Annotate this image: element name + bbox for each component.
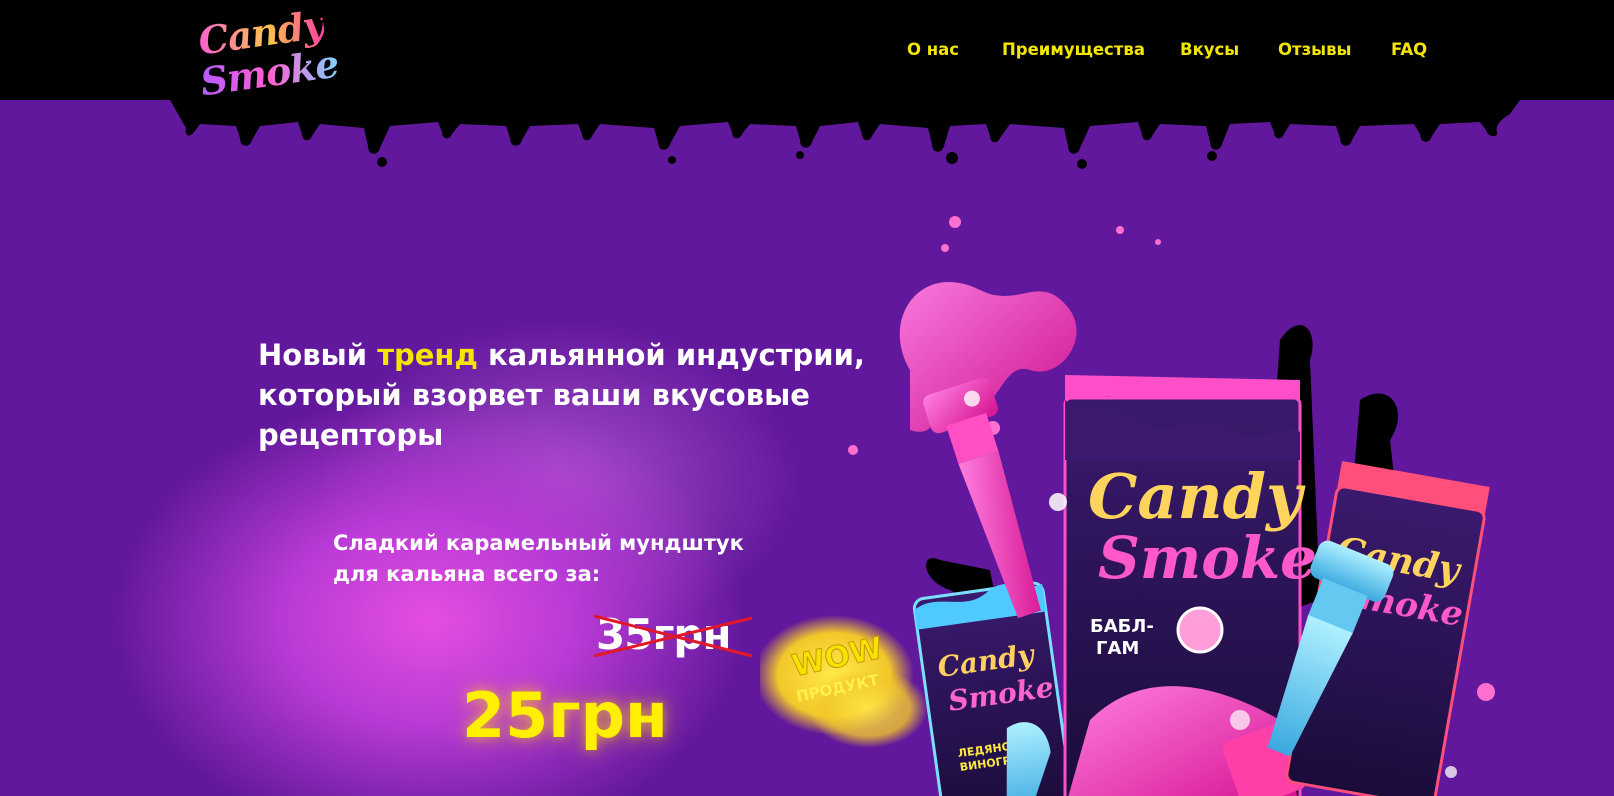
- nav-item-advantages[interactable]: Преимущества: [1002, 40, 1145, 59]
- product-packs-illustration: WOW ПРОДУКТ Candy Smoke ЛЕДЯНОЙ ВИНОГРАД…: [760, 216, 1495, 796]
- left-product-pack: Candy Smoke ЛЕДЯНОЙ ВИНОГРАД: [912, 581, 1075, 796]
- center-pack-flavor-2: ГАМ: [1096, 638, 1139, 659]
- site-header: Candy Smoke О нас Преимущества Вкусы Отз…: [0, 0, 1614, 104]
- main-nav: О нас Преимущества Вкусы Отзывы FAQ: [900, 40, 1440, 64]
- hero-subtext: Сладкий карамельный мундштук для кальяна…: [333, 531, 744, 586]
- nav-item-about[interactable]: О нас: [907, 40, 959, 59]
- candy-smoke-logo[interactable]: Candy Smoke: [195, 1, 340, 104]
- old-price: 35грн: [593, 610, 756, 660]
- paint-drips-decoration: [170, 100, 1520, 169]
- new-price: 25грн: [462, 679, 668, 752]
- strikethrough-cross-icon: [593, 614, 753, 658]
- hero-section: WOW ПРОДУКТ Candy Smoke ЛЕДЯНОЙ ВИНОГРАД…: [0, 100, 1614, 796]
- center-pack-brand-2: Smoke: [1098, 524, 1317, 592]
- hero-headline: Новый тренд кальянной индустрии, который…: [258, 335, 898, 455]
- nav-item-flavors[interactable]: Вкусы: [1180, 40, 1239, 59]
- headline-part-1: Новый: [258, 338, 378, 372]
- nav-item-reviews[interactable]: Отзывы: [1278, 40, 1351, 59]
- center-pack-brand-1: Candy: [1088, 460, 1306, 533]
- headline-accent: тренд: [377, 338, 478, 372]
- center-pack-flavor-1: БАБЛ-: [1090, 616, 1154, 637]
- nav-item-faq[interactable]: FAQ: [1391, 40, 1427, 59]
